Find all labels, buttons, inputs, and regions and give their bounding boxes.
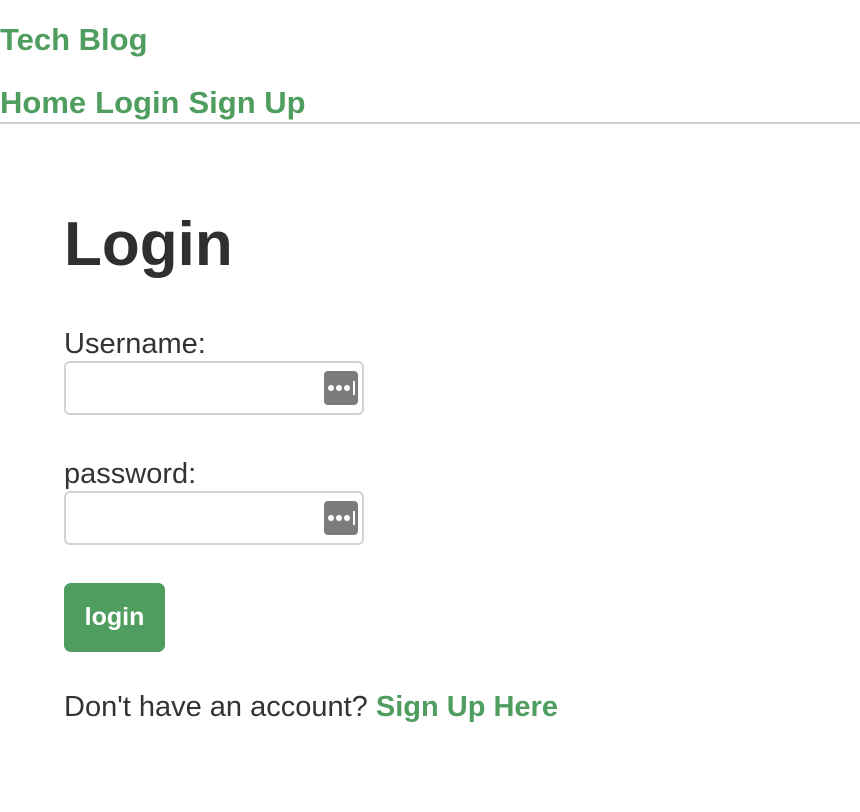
main-nav: Home Login Sign Up <box>0 85 306 121</box>
key-icon-dot <box>327 385 334 391</box>
key-icon-bar <box>352 381 355 395</box>
site-header: Tech Blog Home Login Sign Up <box>0 0 860 124</box>
login-button[interactable]: login <box>64 583 165 652</box>
key-icon-dot <box>343 385 350 391</box>
password-manager-icon[interactable] <box>324 371 358 405</box>
password-manager-icon[interactable] <box>324 501 358 535</box>
key-icon-dot <box>327 515 334 521</box>
username-input[interactable] <box>66 363 316 413</box>
username-label: Username: <box>64 328 206 360</box>
key-icon-dot <box>335 515 342 521</box>
key-icon-dot <box>335 385 342 391</box>
key-icon-dot <box>343 515 350 521</box>
password-label: password: <box>64 458 197 490</box>
username-field-wrapper <box>64 361 364 415</box>
signup-prompt-line: Don't have an account? Sign Up Here <box>64 690 558 724</box>
nav-signup-link[interactable]: Sign Up <box>189 85 306 121</box>
password-field-wrapper <box>64 491 364 545</box>
nav-login-link[interactable]: Login <box>95 85 179 121</box>
signup-here-link[interactable]: Sign Up Here <box>376 691 558 723</box>
page-title: Login <box>64 210 233 279</box>
signup-prompt-text: Don't have an account? <box>64 691 368 723</box>
nav-home-link[interactable]: Home <box>0 85 86 121</box>
site-title-link[interactable]: Tech Blog <box>0 22 148 58</box>
password-input[interactable] <box>66 493 316 543</box>
key-icon-bar <box>352 511 355 525</box>
